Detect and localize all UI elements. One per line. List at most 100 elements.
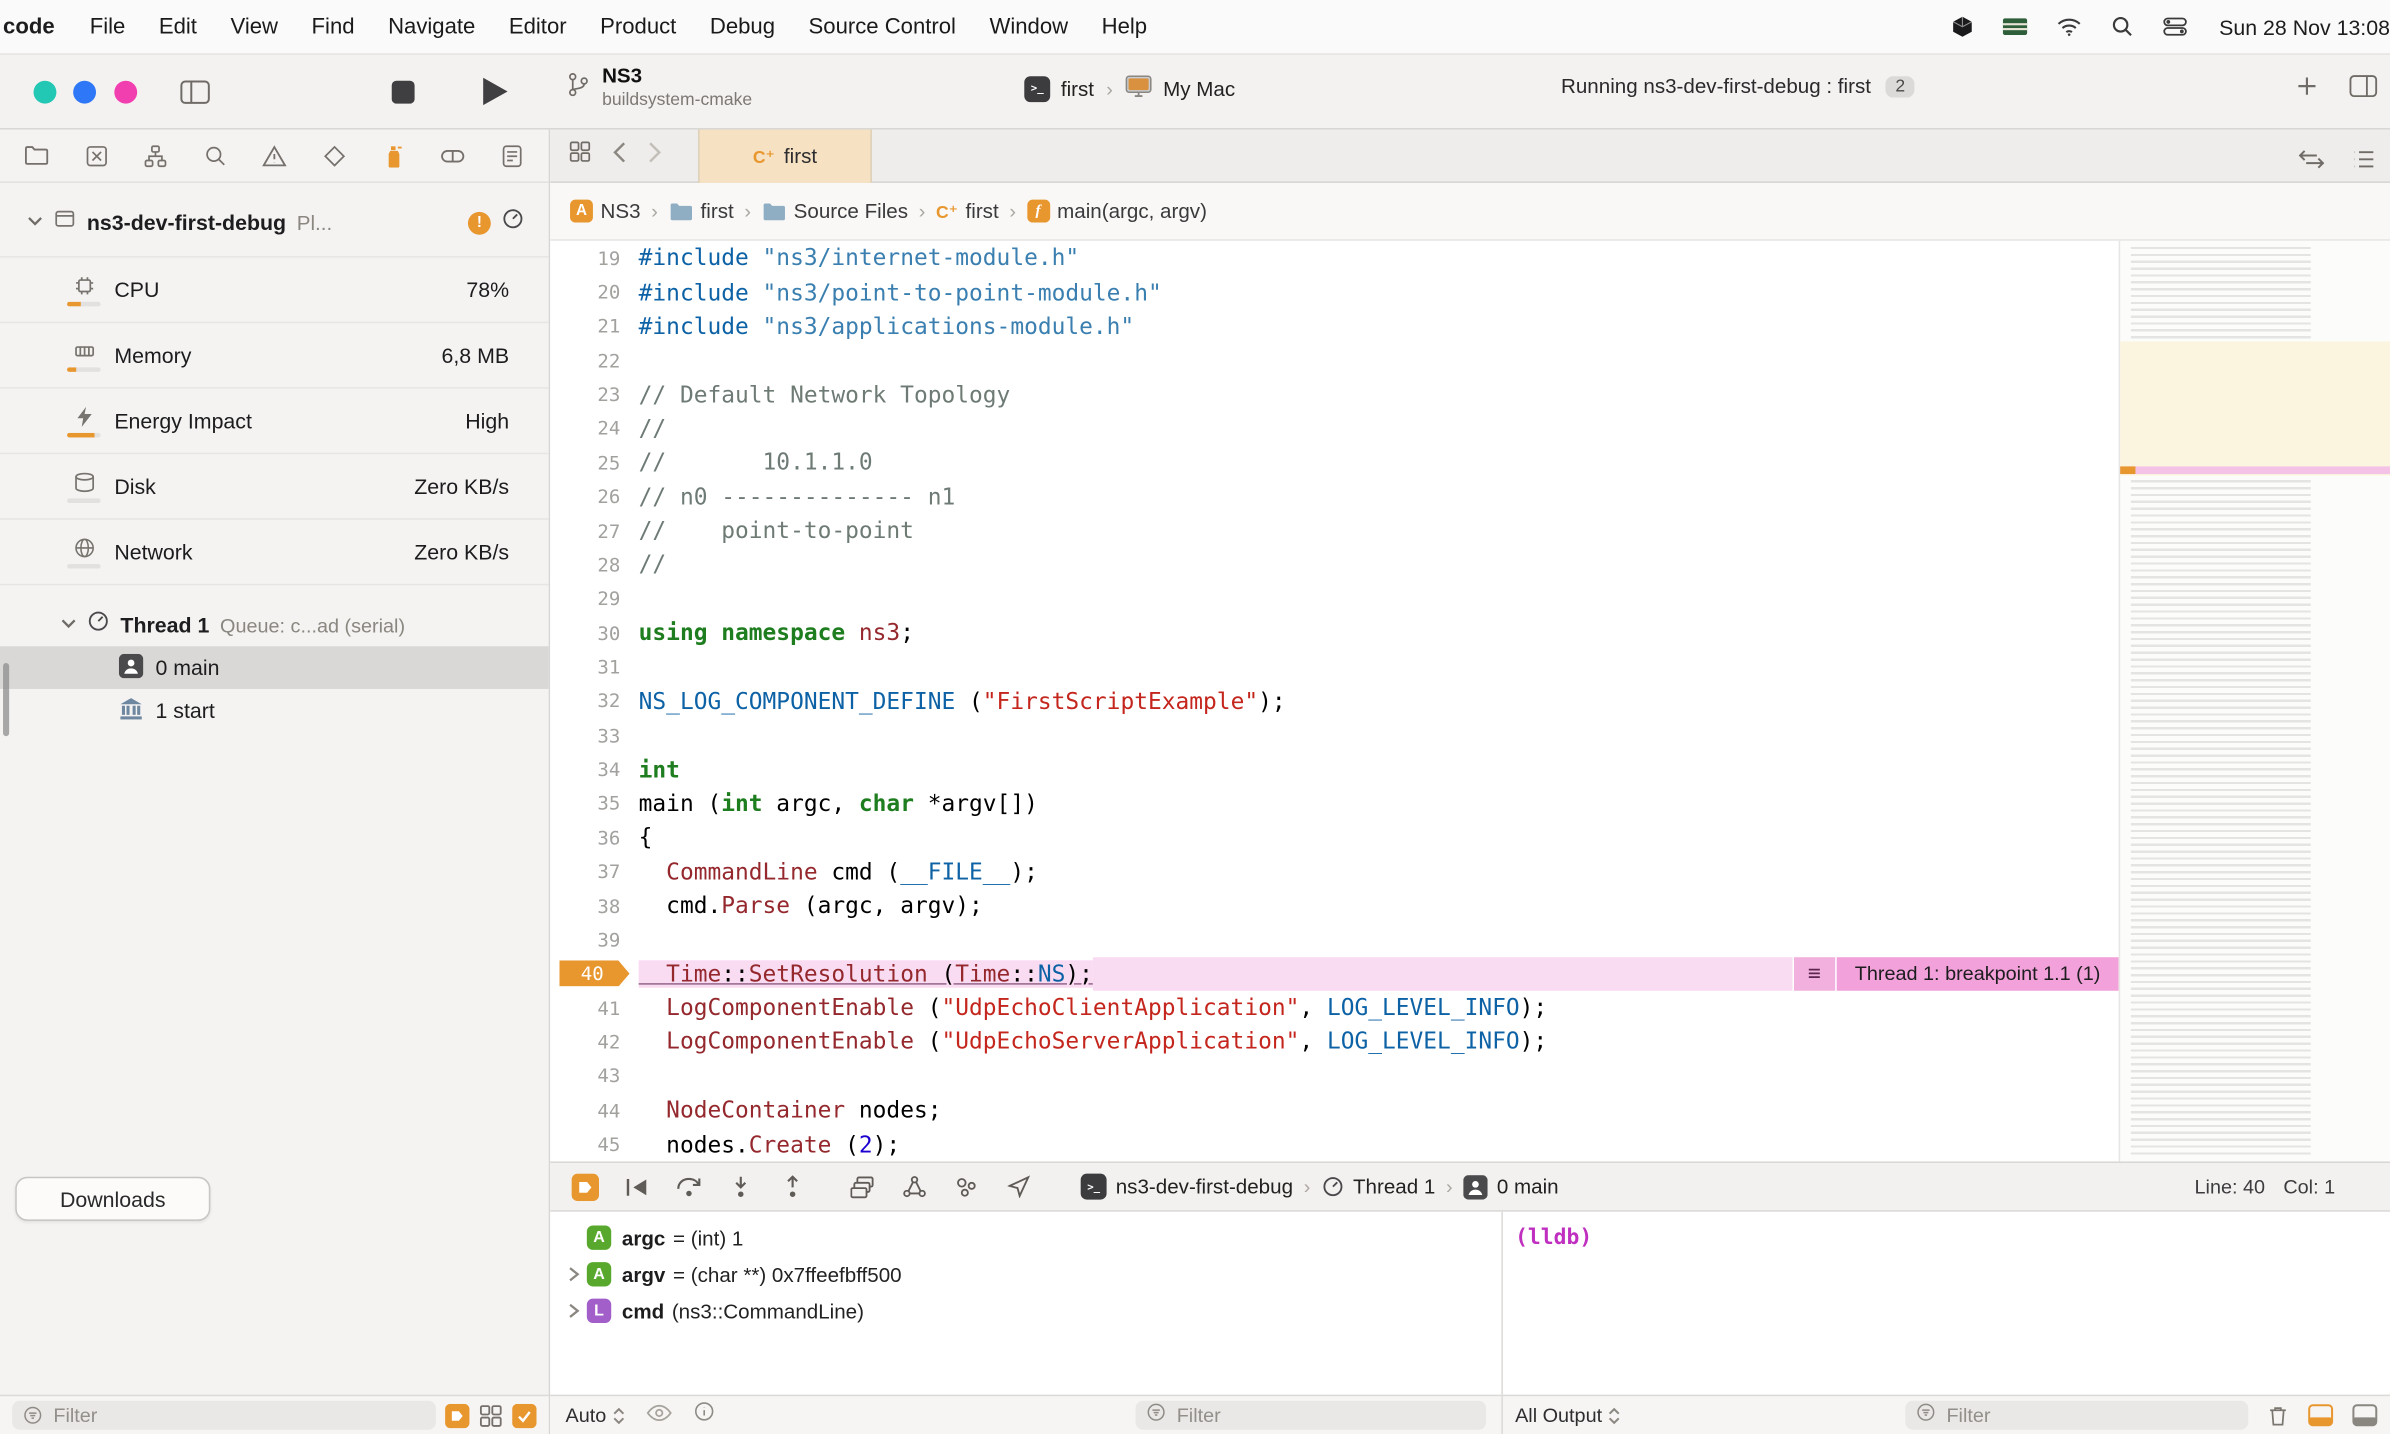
disclosure-chevron-icon[interactable] [27,209,42,236]
code-line[interactable]: 44 NodeContainer nodes; [550,1093,2118,1127]
gauge-row-disk[interactable]: Disk Zero KB/s [0,454,549,520]
code-line[interactable]: 37 CommandLine cmd (__FILE__); [550,854,2118,888]
source-control-navigator-icon[interactable] [81,140,111,170]
minimap-viewport[interactable] [2120,341,2390,476]
gauge-row-network[interactable]: Network Zero KB/s [0,520,549,586]
filter-breakpoints-toggle-icon[interactable] [445,1403,470,1428]
stack-frame-row[interactable]: 1 start [0,689,549,732]
menu-item[interactable]: Window [973,14,1085,38]
variables-scope-popup[interactable]: Auto [565,1404,624,1427]
jump-bar-item[interactable]: A NS3 [570,199,641,223]
code-line[interactable]: 33 [550,718,2118,752]
disclosure-chevron-icon[interactable] [559,1267,586,1282]
breakpoint-badge[interactable]: 40 [559,960,630,987]
debug-crumb[interactable]: 0 main [1463,1174,1559,1199]
variables-filter-input[interactable] [1173,1402,1476,1429]
code-line[interactable]: 40 Time::SetResolution (Time::NS); ≡ Threa… [550,956,2119,991]
line-number-gutter[interactable]: 27 [550,513,638,547]
code-line[interactable]: 24// [550,411,2118,445]
traffic-light-close[interactable] [33,80,57,104]
line-number-gutter[interactable]: 21 [550,309,638,343]
activity-viewer[interactable]: Running ns3-dev-first-debug : first 2 [1463,75,2012,98]
debug-crumb[interactable]: Thread 1 [1321,1175,1435,1198]
breakpoint-annotation[interactable]: Thread 1: breakpoint 1.1 (1) [1836,956,2119,991]
quicklook-eye-icon[interactable] [646,1402,672,1429]
line-number-gutter[interactable]: 31 [550,650,638,684]
console-filter-field[interactable] [1905,1400,2249,1430]
line-number-gutter[interactable]: 20 [550,275,638,309]
line-number-gutter[interactable]: 29 [550,582,638,616]
info-icon[interactable] [693,1401,714,1430]
related-items-icon[interactable] [569,140,592,170]
filter-running-toggle-icon[interactable] [512,1403,537,1428]
menu-item[interactable]: Find [295,14,372,38]
line-number-gutter[interactable]: 23 [550,377,638,411]
run-destination-name[interactable]: My Mac [1163,77,1235,100]
spotlight-search-icon[interactable] [2111,15,2134,38]
environment-overrides-icon[interactable] [940,1163,992,1210]
line-number-gutter[interactable]: 42 [550,1025,638,1059]
symbol-navigator-icon[interactable] [140,140,170,170]
menu-item[interactable]: Edit [142,14,214,38]
line-number-gutter[interactable]: 39 [550,922,638,956]
app-menu-xcode[interactable]: code [0,14,73,38]
code-line[interactable]: 28// [550,548,2118,582]
toggle-console-icon[interactable] [2308,1404,2334,1427]
scheme-status-block[interactable]: NS3 buildsystem-cmake [567,64,752,112]
issues-count-badge[interactable]: 2 [1886,75,1915,97]
code-line[interactable]: 39 [550,922,2118,956]
minimap[interactable] [2118,240,2390,1162]
line-number-gutter[interactable]: 41 [550,991,638,1025]
traffic-light-zoom[interactable] [114,80,138,104]
line-number-gutter[interactable]: 38 [550,888,638,922]
code-line[interactable]: 25// 10.1.1.0 [550,445,2118,479]
variables-filter-field[interactable] [1135,1400,1487,1430]
disclosure-chevron-icon[interactable] [559,1303,586,1318]
control-center-icon[interactable] [2163,17,2187,37]
toggle-navig ator-sidebar-icon[interactable] [180,79,210,105]
navigator-filter-field[interactable] [12,1400,436,1430]
tab-first[interactable]: C⁺ first [698,129,872,183]
view-ui-hierarchy-icon[interactable] [837,1163,889,1210]
code-line[interactable]: 26// n0 -------------- n1 [550,479,2118,513]
line-number-gutter[interactable]: 37 [550,854,638,888]
library-add-icon[interactable] [2295,75,2318,105]
input-source-flag-icon[interactable] [2002,18,2028,36]
menu-item[interactable]: View [214,14,295,38]
test-navigator-icon[interactable] [319,140,349,170]
line-number-gutter[interactable]: 19 [550,241,638,275]
menu-item[interactable]: File [73,14,142,38]
menu-item[interactable]: Product [583,14,693,38]
code-line[interactable]: 31 [550,650,2118,684]
run-button[interactable] [483,77,508,106]
clear-console-trash-icon[interactable] [2267,1403,2290,1427]
navigator-filter-input[interactable] [50,1402,426,1429]
gauge-summary-icon[interactable] [501,207,524,237]
console-view[interactable]: (lldb) [1501,1211,2390,1395]
code-line[interactable]: 38 cmd.Parse (argc, argv); [550,888,2118,922]
cube-icon[interactable] [1951,14,1974,38]
code-line[interactable]: 43 [550,1059,2118,1093]
traffic-light-minimize[interactable] [73,80,97,104]
breakpoint-menu-button[interactable]: ≡ [1793,956,1835,991]
console-filter-input[interactable] [1943,1402,2238,1429]
line-number-gutter[interactable]: 40 [550,957,638,991]
minimap-list-icon[interactable] [2352,149,2375,176]
report-navigator-icon[interactable] [497,140,527,170]
memory-graph-icon[interactable] [889,1163,941,1210]
breakpoint-navigator-icon[interactable] [437,140,467,170]
gauge-row-memory[interactable]: Memory 6,8 MB [0,323,549,389]
project-navigator-icon[interactable] [21,140,51,170]
code-line[interactable]: 41 LogComponentEnable ("UdpEchoClientApp… [550,991,2118,1025]
line-number-gutter[interactable]: 34 [550,752,638,786]
breakpoints-enabled-toggle-icon[interactable] [559,1163,611,1210]
code-line[interactable]: 19 #include "ns3/internet-module.h" [550,241,2118,275]
debug-crumb[interactable]: >_ ns3-dev-first-debug [1080,1173,1293,1200]
line-number-gutter[interactable]: 30 [550,616,638,650]
menu-item[interactable]: Debug [693,14,792,38]
console-output-popup[interactable]: All Output [1515,1404,1620,1427]
line-number-gutter[interactable]: 36 [550,820,638,854]
code-line[interactable]: 36{ [550,820,2118,854]
thread-row[interactable]: Thread 1 Queue: c...ad (serial) [0,604,549,647]
menu-item[interactable]: Navigate [371,14,492,38]
